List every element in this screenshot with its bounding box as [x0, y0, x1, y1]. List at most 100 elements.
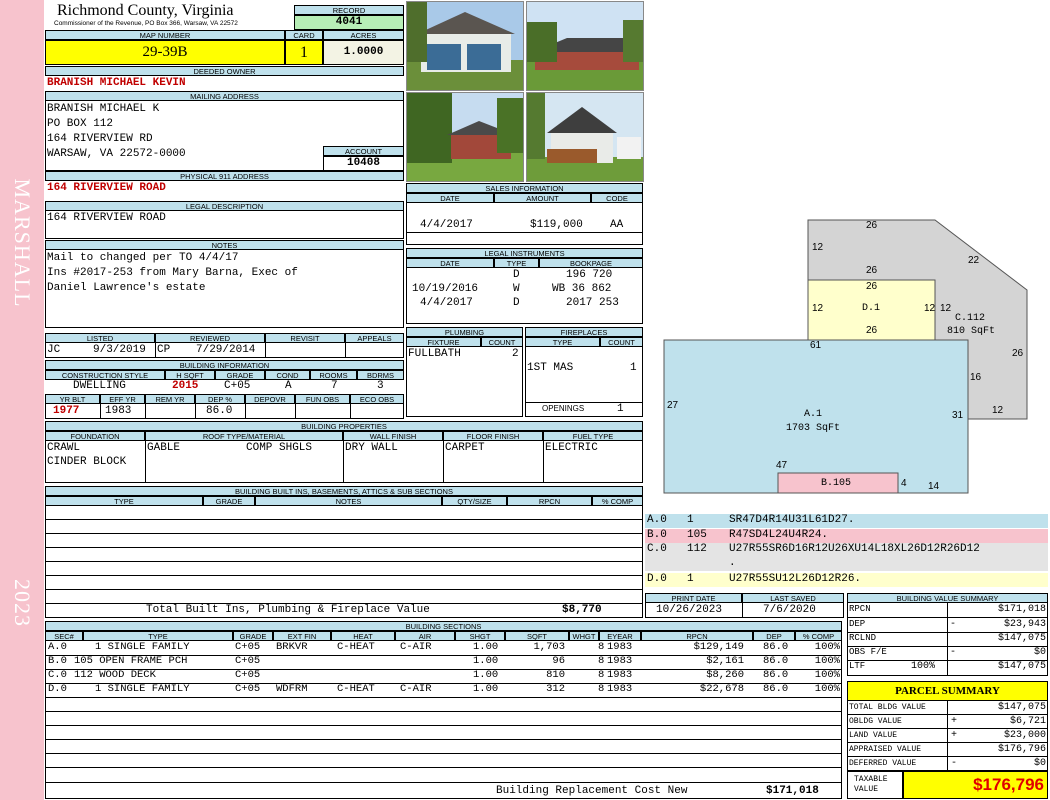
prop-header-roof: ROOF TYPE/MATERIAL: [145, 431, 343, 441]
bi-header-style: CONSTRUCTION STYLE: [45, 370, 165, 380]
mailing-line-4: WARSAW, VA 22572-0000: [47, 148, 186, 160]
print-date: 10/26/2023: [656, 604, 723, 616]
fireplaces-box: [525, 347, 643, 403]
mailing-line-1: BRANISH MICHAEL K: [47, 103, 160, 115]
bi-yrblt: 1977: [53, 405, 80, 417]
listed-date: 9/3/2019: [93, 344, 146, 356]
section-row-a: A.0 1 SINGLE FAMILY C+05 BRKVR C-HEAT C-AIR 1.…: [48, 641, 840, 653]
builtins-total-value: $8,770: [562, 604, 602, 616]
sales-header-date: DATE: [406, 193, 494, 203]
fireplaces-header-count: COUNT: [600, 337, 643, 347]
bi-grade: C+05: [224, 380, 251, 392]
sketch-dim-6: 12: [812, 303, 824, 314]
reviewed-label: REVIEWED: [155, 333, 265, 343]
sec-h-sec: SEC#: [45, 631, 83, 641]
ps-row-obldg: OBLDG VALUE + $6,721: [847, 716, 1048, 729]
sketch-c-name: C.112: [955, 313, 986, 324]
notes-line-3: Daniel Lawrence's estate: [47, 282, 206, 294]
bi-header-grade: GRADE: [215, 370, 265, 380]
instruments-title: LEGAL INSTRUMENTS: [406, 248, 643, 258]
sec-h-sqft: SQFT: [505, 631, 569, 641]
sketch-dim-3: 22: [968, 255, 980, 266]
deeded-owner-label: DEEDED OWNER: [45, 66, 404, 76]
fireplace-type: 1ST MAS: [527, 362, 574, 374]
fuel-type: ELECTRIC: [545, 442, 598, 454]
builtins-total-label: Total Built Ins, Plumbing & Fireplace Va…: [146, 604, 430, 616]
builtins-title: BUILDING BUILT INS, BASEMENTS, ATTICS & …: [45, 486, 643, 496]
building-info-title: BUILDING INFORMATION: [45, 360, 404, 370]
sec-h-shgt: SHGT: [455, 631, 505, 641]
sale-code: AA: [610, 219, 624, 231]
sec-h-heat: HEAT: [331, 631, 395, 641]
sketch-dim-10: 61: [810, 340, 822, 351]
plumbing-fixture: FULLBATH: [408, 348, 461, 360]
sec-h-whgt: WHGT: [569, 631, 599, 641]
card-number: 1: [285, 40, 323, 65]
year-label: 2023: [10, 579, 35, 627]
bi-rooms: 7: [331, 380, 338, 392]
bi-header-rooms: ROOMS: [310, 370, 357, 380]
sketch-dim-15: 12: [992, 405, 1004, 416]
last-saved-label: LAST SAVED: [742, 593, 844, 603]
notes-line-1: Mail to changed per TO 4/4/17: [47, 252, 239, 264]
record-value: 4041: [294, 15, 404, 30]
card-label: CARD: [285, 30, 323, 40]
sketch-dim-1: 26: [866, 220, 878, 231]
parcel-summary-title: PARCEL SUMMARY: [847, 681, 1048, 701]
replacement-cost-label: Building Replacement Cost New: [496, 785, 688, 797]
prop-header-floor: FLOOR FINISH: [443, 431, 543, 441]
bi-header-funobs: FUN OBS: [295, 394, 350, 404]
account-number: 10408: [323, 156, 404, 171]
instr-3-date: 4/4/2017: [420, 297, 473, 309]
builtins-header-grade: GRADE: [203, 496, 255, 506]
foundation-1: CRAWL: [47, 442, 81, 454]
prop-header-foundation: FOUNDATION: [45, 431, 145, 441]
fireplaces-header-type: TYPE: [525, 337, 600, 347]
building-sketch: [663, 219, 1028, 494]
ps-row-total-bldg: TOTAL BLDG VALUE $147,075: [847, 702, 1048, 715]
sales-header-code: CODE: [591, 193, 643, 203]
openings-label: OPENINGS: [542, 404, 585, 413]
builtins-header-notes: NOTES: [255, 496, 442, 506]
sketch-dim-13: 16: [970, 372, 982, 383]
revisit-label: REVISIT: [265, 333, 345, 343]
bi-hsqft: 2015: [172, 380, 199, 392]
physical-address-label: PHYSICAL 911 ADDRESS: [45, 171, 404, 181]
bi-header-dep: DEP %: [195, 394, 245, 404]
mailing-line-2: PO BOX 112: [47, 118, 114, 130]
properties-title: BUILDING PROPERTIES: [45, 421, 643, 431]
fireplace-count: 1: [630, 362, 637, 374]
sec-h-dep: DEP: [753, 631, 795, 641]
instr-header-date: DATE: [406, 258, 494, 268]
sketch-dim-18: 14: [928, 481, 940, 492]
map-number: 29-39B: [45, 40, 285, 65]
listed-label: LISTED: [45, 333, 155, 343]
sketch-dim-11: 26: [1012, 348, 1024, 359]
sketch-dim-4: 26: [866, 265, 878, 276]
map-number-label: MAP NUMBER: [45, 30, 285, 40]
instr-3-type: D: [513, 297, 520, 309]
instr-1-type: D: [513, 269, 520, 281]
roof-type: GABLE: [147, 442, 181, 454]
taxable-value: $176,796: [903, 771, 1048, 799]
acres-value: 1.0000: [323, 40, 404, 65]
legal-description-label: LEGAL DESCRIPTION: [45, 201, 404, 211]
prop-header-wall: WALL FINISH: [343, 431, 443, 441]
bi-header-yrblt: YR BLT: [45, 394, 100, 404]
builtins-header-qty: QTY/SIZE: [442, 496, 507, 506]
sketch-a-name: A.1: [804, 409, 823, 420]
instr-header-type: TYPE: [494, 258, 539, 268]
replacement-cost-value: $171,018: [766, 785, 819, 797]
sketch-dim-17: 4: [901, 478, 907, 489]
plumbing-count: 2: [512, 348, 519, 360]
appeals-label: APPEALS: [345, 333, 404, 343]
openings-row: OPENINGS: [525, 403, 643, 417]
section-row-d: D.0 1 SINGLE FAMILY C+05 WDFRM C-HEAT C-AIR 1.…: [48, 683, 840, 695]
instr-2-date: 10/19/2016: [412, 283, 479, 295]
section-row-b: B.0 105 OPEN FRAME PCH C+05 1.00 96 8 1983 $2,1…: [48, 655, 840, 667]
sec-h-air: AIR: [395, 631, 455, 641]
wall-finish: DRY WALL: [345, 442, 398, 454]
prop-header-fuel: FUEL TYPE: [543, 431, 643, 441]
acres-label: ACRES: [323, 30, 404, 40]
reviewed-by: CP: [157, 344, 171, 356]
